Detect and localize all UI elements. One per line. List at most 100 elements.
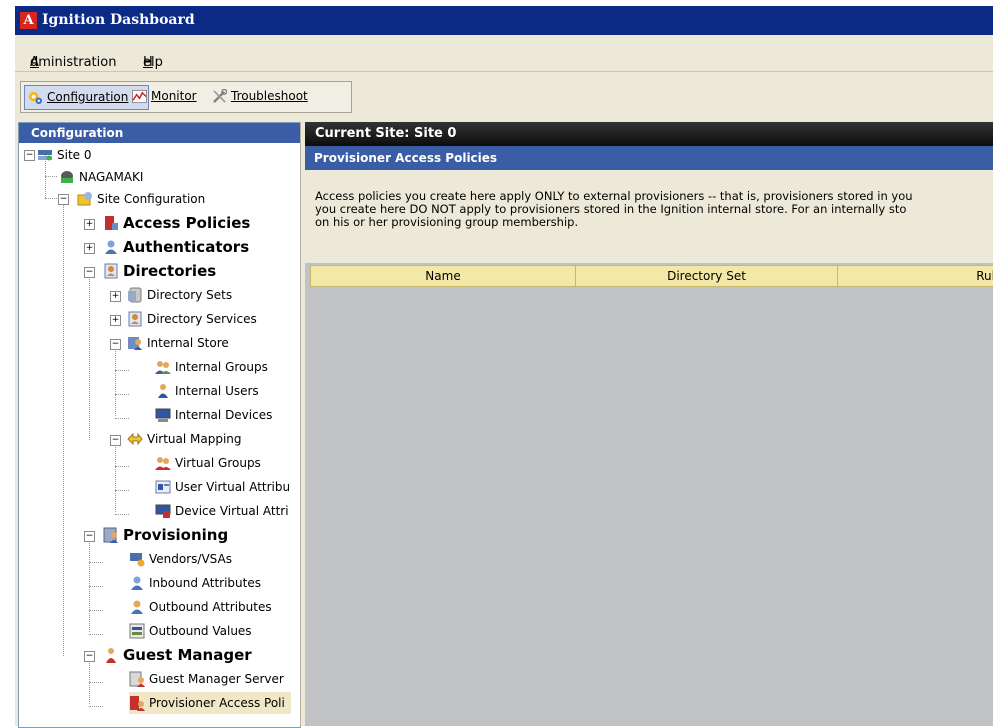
tree-node-label: Directories bbox=[123, 262, 217, 280]
expand-toggle-access-policies[interactable]: + bbox=[84, 219, 95, 230]
tree-connector bbox=[89, 610, 103, 611]
guest-server-icon bbox=[129, 671, 145, 687]
tree-node-device-virtual-attributes[interactable]: Device Virtual Attri bbox=[155, 500, 289, 522]
menu-help-label: elp bbox=[143, 55, 163, 70]
tree-node-label: Site Configuration bbox=[97, 192, 206, 206]
tree-node-guest-manager[interactable]: Guest Manager bbox=[103, 644, 252, 666]
navigation-panel-header: Configuration bbox=[19, 123, 300, 143]
server-icon bbox=[38, 149, 52, 160]
tree-node-internal-devices[interactable]: Internal Devices bbox=[155, 404, 272, 426]
tree-connector bbox=[115, 444, 116, 512]
tree-node-provisioner-access-policies[interactable]: Provisioner Access Poli bbox=[129, 692, 291, 714]
tree-node-label: User Virtual Attribu bbox=[175, 480, 291, 494]
directory-icon bbox=[104, 263, 118, 278]
group-icon bbox=[155, 360, 171, 374]
tree-node-internal-groups[interactable]: Internal Groups bbox=[155, 356, 268, 378]
tree-node-directories[interactable]: Directories bbox=[103, 260, 216, 282]
menu-bar: Administration Help bbox=[15, 35, 993, 72]
authenticator-icon bbox=[105, 240, 117, 254]
tree-node-inbound-attributes[interactable]: Inbound Attributes bbox=[129, 572, 261, 594]
tree-connector bbox=[89, 634, 103, 635]
tree-node-virtual-mapping[interactable]: Virtual Mapping bbox=[127, 428, 242, 450]
tree-connector bbox=[63, 204, 64, 656]
toolbar: Configuration Monitor Troubleshoot bbox=[15, 74, 993, 118]
device-attr-icon bbox=[155, 504, 171, 518]
tree-connector bbox=[115, 370, 129, 371]
tree-node-virtual-groups[interactable]: Virtual Groups bbox=[155, 452, 261, 474]
tree-node-guest-manager-server[interactable]: Guest Manager Server bbox=[129, 668, 284, 690]
view-switcher: Configuration Monitor Troubleshoot bbox=[20, 81, 352, 113]
policy-icon bbox=[105, 215, 118, 230]
collapse-toggle-guest-manager[interactable]: − bbox=[84, 651, 95, 662]
expand-toggle-authenticators[interactable]: + bbox=[84, 243, 95, 254]
values-icon bbox=[129, 623, 145, 638]
collapse-toggle-provisioning[interactable]: − bbox=[84, 531, 95, 542]
tree-connector bbox=[89, 706, 103, 707]
collapse-toggle-site-0[interactable]: − bbox=[24, 150, 35, 161]
user-attr-icon bbox=[155, 480, 171, 493]
tree-node-site-configuration[interactable]: Site Configuration bbox=[77, 188, 205, 210]
tree-node-user-virtual-attributes[interactable]: User Virtual Attribu bbox=[155, 476, 290, 498]
tree-node-outbound-attributes[interactable]: Outbound Attributes bbox=[129, 596, 272, 618]
expand-toggle-directory-sets[interactable]: + bbox=[110, 291, 121, 302]
mapping-icon bbox=[127, 432, 143, 445]
app-logo-icon: A bbox=[20, 12, 37, 29]
tab-configuration-label: Configuration bbox=[47, 90, 129, 104]
title-bar: A Ignition Dashboard bbox=[15, 6, 993, 35]
tree-node-label: Internal Groups bbox=[175, 360, 268, 374]
column-header-rules[interactable]: Rule(s) bbox=[837, 265, 993, 287]
collapse-toggle-internal-store[interactable]: − bbox=[110, 339, 121, 350]
tree-node-label: NAGAMAKI bbox=[79, 170, 144, 184]
collapse-toggle-directories[interactable]: − bbox=[84, 267, 95, 278]
tree-node-internal-users[interactable]: Internal Users bbox=[155, 380, 259, 402]
tree-connector bbox=[115, 348, 116, 416]
config-icon bbox=[77, 191, 92, 205]
content-panel: Current Site: Site 0 Provisioner Access … bbox=[305, 122, 993, 726]
column-header-directory-set[interactable]: Directory Set bbox=[575, 265, 838, 287]
tree-node-label: Provisioner Access Poli bbox=[149, 696, 285, 710]
tree-node-label: Virtual Mapping bbox=[147, 432, 242, 446]
tree-node-label: Virtual Groups bbox=[175, 456, 261, 470]
provisioner-policy-icon bbox=[130, 695, 145, 711]
menu-administration-label: dministration bbox=[30, 55, 117, 70]
directory-service-icon bbox=[128, 311, 142, 326]
tree-node-nagamaki[interactable]: NAGAMAKI bbox=[59, 166, 143, 188]
expand-toggle-directory-services[interactable]: + bbox=[110, 315, 121, 326]
tree-node-outbound-values[interactable]: Outbound Values bbox=[129, 620, 252, 642]
tree-node-label: Device Virtual Attri bbox=[175, 504, 289, 518]
panel-title: Provisioner Access Policies bbox=[305, 146, 993, 170]
column-header-name[interactable]: Name bbox=[310, 265, 576, 287]
tree-node-label: Directory Services bbox=[147, 312, 257, 326]
tree-node-provisioning[interactable]: Provisioning bbox=[103, 524, 228, 546]
tree-node-authenticators[interactable]: Authenticators bbox=[103, 236, 249, 258]
tab-troubleshoot-label: Troubleshoot bbox=[231, 89, 308, 103]
description-line: on his or her provisioning group members… bbox=[315, 215, 579, 229]
outbound-icon bbox=[131, 600, 143, 614]
vendor-icon bbox=[130, 552, 145, 566]
app-window: A Ignition Dashboard Administration Help… bbox=[15, 6, 993, 728]
navigation-panel: Configuration − − + + − + + − − − − Site… bbox=[18, 122, 301, 728]
tree-connector bbox=[89, 562, 103, 563]
tree-node-directory-sets[interactable]: Directory Sets bbox=[127, 284, 232, 306]
tree-connector bbox=[45, 176, 57, 177]
gear-icon bbox=[28, 91, 43, 105]
tree-node-label: Site 0 bbox=[57, 148, 92, 162]
tree-node-vendors-vsas[interactable]: Vendors/VSAs bbox=[129, 548, 232, 570]
tree-node-internal-store[interactable]: Internal Store bbox=[127, 332, 229, 354]
collapse-toggle-virtual-mapping[interactable]: − bbox=[110, 435, 121, 446]
internal-store-icon bbox=[128, 336, 142, 350]
collapse-toggle-site-configuration[interactable]: − bbox=[58, 194, 69, 205]
tab-troubleshoot[interactable]: Troubleshoot bbox=[209, 85, 369, 108]
panel-description: Access policies you create here apply ON… bbox=[315, 190, 993, 229]
tree-node-label: Internal Users bbox=[175, 384, 259, 398]
tools-icon bbox=[213, 89, 227, 103]
tree-connector bbox=[115, 514, 129, 515]
tree-node-label: Authenticators bbox=[123, 238, 250, 256]
tree-node-label: Directory Sets bbox=[147, 288, 233, 302]
tree-node-label: Internal Devices bbox=[175, 408, 273, 422]
tree-node-directory-services[interactable]: Directory Services bbox=[127, 308, 257, 330]
tree-node-access-policies[interactable]: Access Policies bbox=[103, 212, 250, 234]
tree-node-site-0[interactable]: Site 0 bbox=[37, 144, 92, 166]
server-green-icon bbox=[61, 170, 73, 183]
virtual-group-icon bbox=[155, 456, 171, 470]
